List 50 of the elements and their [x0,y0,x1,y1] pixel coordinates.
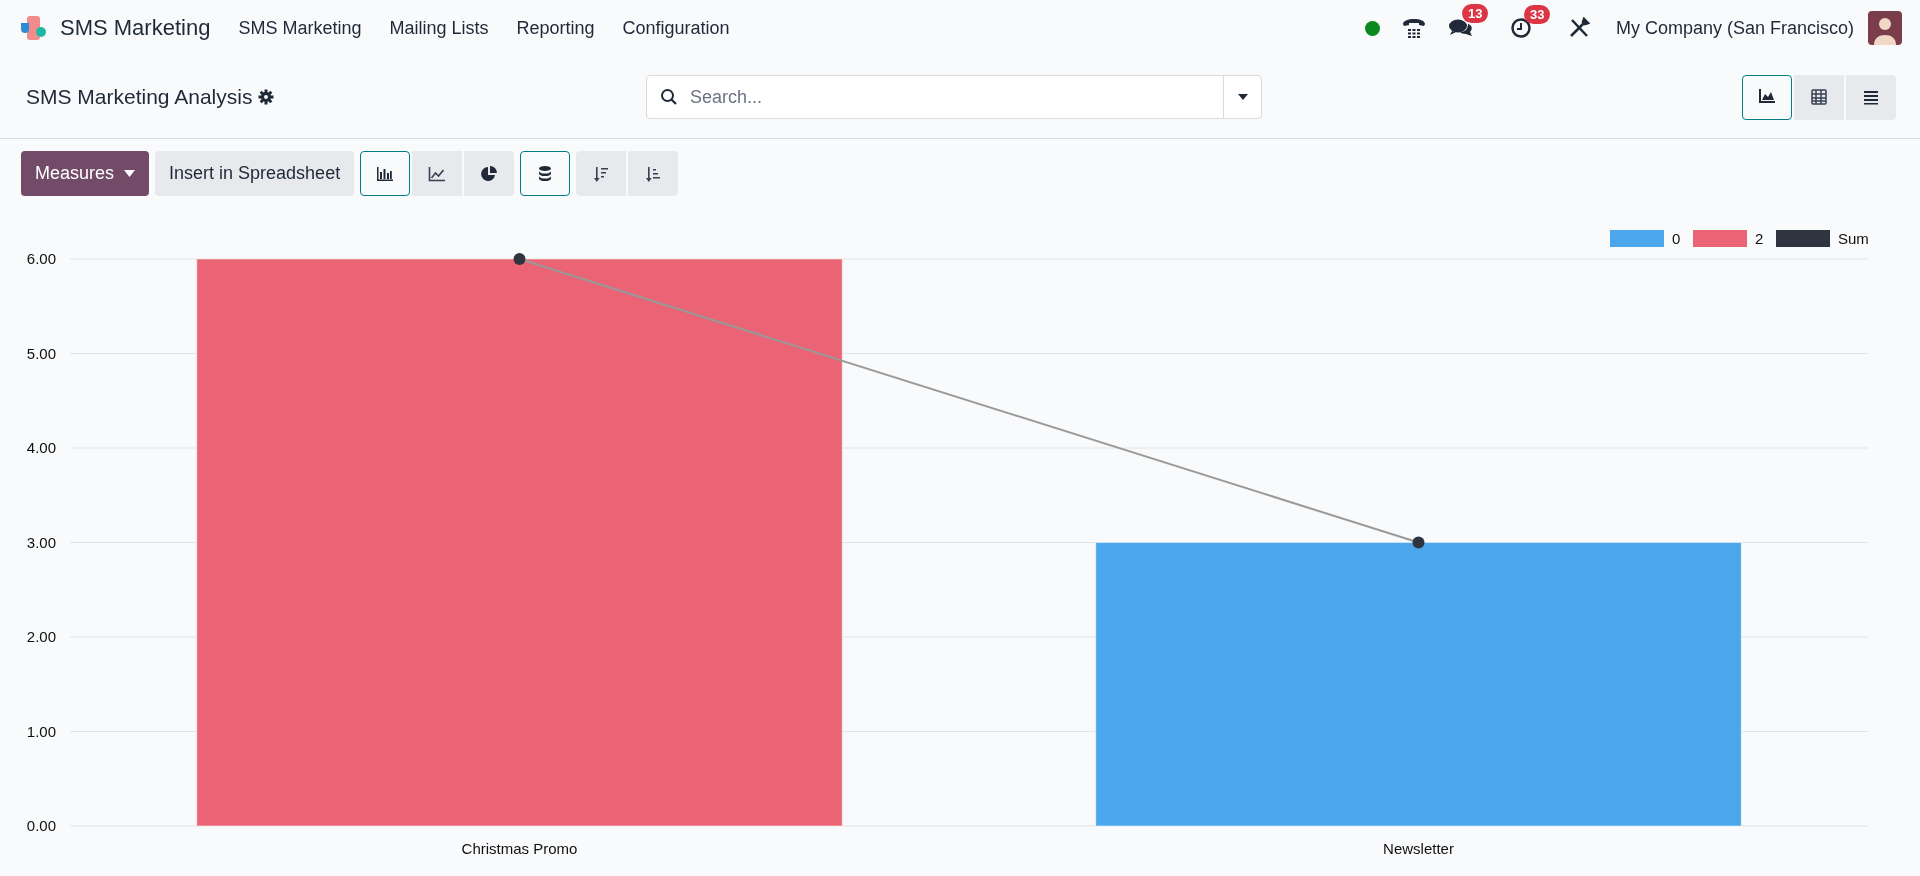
notification-badge: 13 [1461,4,1489,23]
company-name[interactable]: My Company (San Francisco) [1615,17,1854,39]
settings-icon[interactable] [258,89,275,105]
app-logo-icon[interactable] [18,13,48,43]
notification-badge: 33 [1523,5,1551,24]
axis-tick-label: 4.00 [26,439,56,456]
caret-icon [124,170,136,177]
menu-item[interactable]: Reporting [502,11,609,45]
search-icon [660,88,678,106]
axis-tick-label: 3.00 [26,533,56,551]
search-input[interactable]: Search... [688,85,1223,109]
page-title: SMS Marketing Analysis [26,85,253,109]
pivot-icon [1809,87,1829,107]
legend-swatch[interactable] [1693,230,1747,247]
legend-swatch[interactable] [1610,230,1664,247]
search-field[interactable]: Search... [646,75,1262,119]
category-label: Newsletter [1383,840,1454,857]
sort-asc-button[interactable] [628,151,679,196]
measures-button[interactable]: Measures [21,151,150,196]
axis-tick-label: 0.00 [26,817,56,834]
pie-chart-button[interactable] [464,151,515,196]
user-avatar[interactable] [1868,11,1902,45]
axis-tick-label: 5.00 [26,344,56,362]
graph-view-button[interactable] [1742,74,1792,120]
data-point[interactable] [1412,536,1425,549]
axis-tick-label: 6.00 [26,250,56,267]
menu-item[interactable]: Configuration [608,11,744,45]
legend-swatch[interactable] [1776,230,1830,247]
legend-label[interactable]: 2 [1755,230,1764,247]
bar-chart-button[interactable] [360,151,411,196]
category-label: Christmas Promo [461,840,578,857]
axis-tick-label: 1.00 [26,722,56,740]
phone-icon[interactable] [1401,17,1426,39]
insert-spreadsheet-button[interactable]: Insert in Spreadsheet [155,151,355,196]
line-chart-button[interactable] [412,151,463,196]
status-dot [1364,20,1380,36]
list-view-button[interactable] [1846,74,1896,120]
caret-icon [1236,93,1249,101]
axis-tick-label: 2.00 [26,628,56,645]
stacked-toggle-button[interactable] [520,151,571,196]
app-name[interactable]: SMS Marketing [60,15,211,41]
clock-icon[interactable] [1509,17,1532,39]
legend-label[interactable]: 0 [1672,230,1681,247]
data-point[interactable] [513,253,526,265]
sort-desc-button[interactable] [576,151,627,196]
pie-chart-icon [479,163,500,184]
menu-item[interactable]: Mailing Lists [375,11,503,45]
menu-item[interactable]: SMS Marketing [224,11,376,45]
legend-label[interactable]: Sum [1838,230,1869,247]
pivot-view-button[interactable] [1794,74,1844,120]
